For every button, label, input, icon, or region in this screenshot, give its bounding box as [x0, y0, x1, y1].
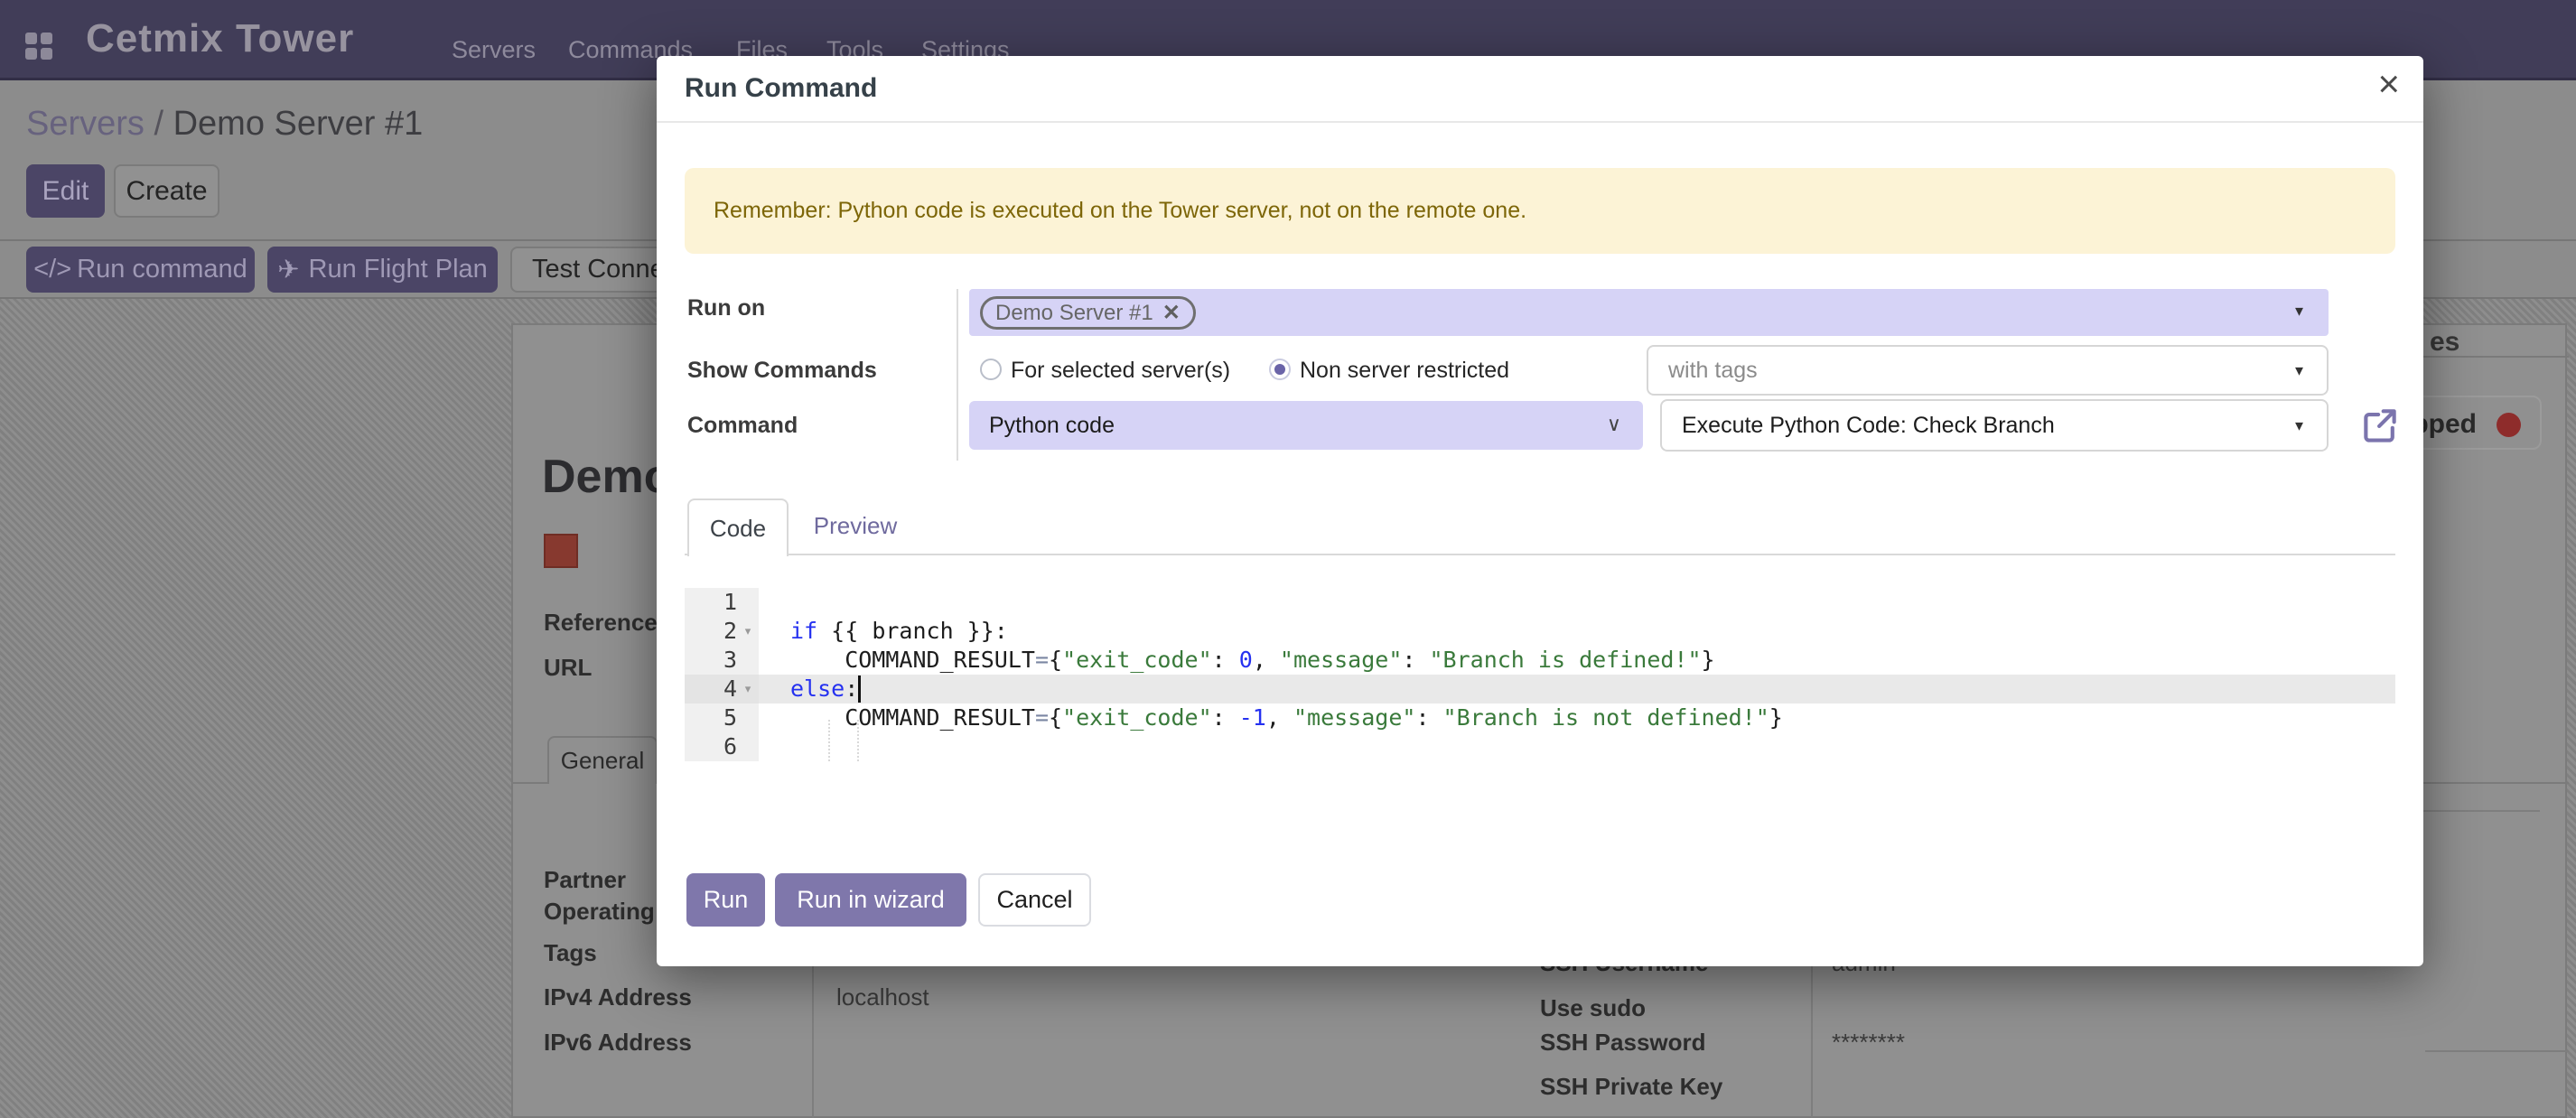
- create-button[interactable]: Create: [114, 164, 219, 218]
- code-text: COMMAND_RESULT={"exit_code": -1, "messag…: [790, 703, 1783, 732]
- radio-for-selected-servers-label[interactable]: For selected server(s): [1011, 358, 1230, 384]
- right-column-divider: [1811, 941, 1813, 1118]
- field-label: IPv6 Address: [544, 1029, 692, 1057]
- breadcrumb: Servers / Demo Server #1: [26, 105, 423, 144]
- line-number: 5: [685, 703, 759, 732]
- left-column-divider: [812, 948, 814, 1118]
- screen: Servers / Demo Server #1 Edit Create </>…: [0, 0, 2576, 1118]
- edit-button[interactable]: Edit: [26, 164, 105, 218]
- breadcrumb-current: Demo Server #1: [173, 105, 424, 143]
- modal-title: Run Command: [685, 73, 877, 104]
- tab-general[interactable]: General: [547, 736, 658, 784]
- caret-down-icon[interactable]: ▾: [2295, 302, 2303, 321]
- field-value: ********: [1832, 1029, 1905, 1057]
- remove-tag-icon[interactable]: ✕: [1162, 300, 1181, 326]
- show-commands-label: Show Commands: [687, 358, 877, 384]
- code-text: else:: [790, 675, 858, 703]
- indent-guide: [828, 720, 830, 761]
- command-type-select[interactable]: Python code ∨: [969, 401, 1643, 450]
- external-link-icon[interactable]: [2359, 405, 2401, 446]
- server-tag-label: Demo Server #1: [995, 301, 1153, 326]
- fold-arrow-icon[interactable]: ▾: [739, 617, 757, 646]
- color-tag-swatch[interactable]: [544, 534, 578, 568]
- card-section-divider-2: [2425, 1050, 2569, 1052]
- form-column-divider: [957, 289, 958, 461]
- code-text: if {{ branch }}:: [790, 617, 1008, 646]
- with-tags-dropdown[interactable]: with tags ▾: [1647, 345, 2329, 396]
- field-value: localhost: [836, 983, 929, 1011]
- line-number: 6: [685, 732, 759, 761]
- command-label: Command: [687, 413, 798, 439]
- cancel-button[interactable]: Cancel: [978, 873, 1091, 927]
- field-label: Use sudo: [1540, 994, 1646, 1022]
- run-button[interactable]: Run: [686, 873, 765, 927]
- run-in-wizard-button[interactable]: Run in wizard: [775, 873, 966, 927]
- card-header-fragment: es: [2430, 327, 2459, 358]
- run-flight-plan-button[interactable]: ✈Run Flight Plan: [267, 247, 498, 293]
- run-on-label: Run on: [687, 295, 765, 321]
- tab-code[interactable]: Code: [687, 498, 789, 556]
- server-tag: Demo Server #1 ✕: [980, 296, 1196, 330]
- field-label: SSH Private Key: [1540, 1073, 1722, 1101]
- status-dot-icon: [2497, 413, 2521, 437]
- app-brand[interactable]: Cetmix Tower: [86, 16, 354, 61]
- command-dropdown[interactable]: Execute Python Code: Check Branch ▾: [1660, 399, 2329, 452]
- code-editor[interactable]: 12▾if {{ branch }}:3 COMMAND_RESULT={"ex…: [685, 588, 2395, 761]
- caret-down-icon: ▾: [2295, 416, 2303, 435]
- code-text: COMMAND_RESULT={"exit_code": 0, "message…: [790, 646, 1715, 675]
- tabs-border: [685, 554, 2395, 555]
- field-label: SSH Password: [1540, 1029, 1706, 1057]
- chevron-down-icon: ∨: [1607, 413, 1621, 436]
- editor-line-5[interactable]: 5 COMMAND_RESULT={"exit_code": -1, "mess…: [685, 703, 2395, 732]
- radio-non-server-restricted-label[interactable]: Non server restricted: [1300, 358, 1509, 384]
- close-icon[interactable]: ×: [2377, 65, 2400, 103]
- python-warning-alert: Remember: Python code is executed on the…: [685, 168, 2395, 254]
- run-command-button[interactable]: </>Run command: [26, 247, 255, 293]
- field-label: Tags: [544, 939, 597, 967]
- breadcrumb-servers-link[interactable]: Servers: [26, 105, 145, 143]
- tab-preview[interactable]: Preview: [801, 498, 910, 553]
- editor-line-6[interactable]: 6: [685, 732, 2395, 761]
- fold-arrow-icon[interactable]: ▾: [739, 675, 757, 703]
- apps-menu-icon[interactable]: [25, 33, 54, 60]
- editor-line-3[interactable]: 3 COMMAND_RESULT={"exit_code": 0, "messa…: [685, 646, 2395, 675]
- code-icon: </>: [33, 255, 71, 284]
- line-number: 3: [685, 646, 759, 675]
- radio-for-selected-servers[interactable]: [980, 359, 1002, 380]
- editor-line-4[interactable]: 4▾else:: [685, 675, 2395, 703]
- field-label: IPv4 Address: [544, 983, 692, 1011]
- editor-line-1[interactable]: 1: [685, 588, 2395, 617]
- nav-item-servers[interactable]: Servers: [452, 36, 536, 64]
- field-label: Partner: [544, 866, 626, 894]
- editor-line-2[interactable]: 2▾if {{ branch }}:: [685, 617, 2395, 646]
- breadcrumb-separator: /: [154, 105, 173, 143]
- text-cursor: [858, 675, 861, 703]
- modal-header: Run Command ×: [657, 56, 2423, 123]
- indent-guide: [857, 720, 859, 761]
- url-label: URL: [544, 654, 592, 682]
- radio-non-server-restricted[interactable]: [1269, 359, 1291, 380]
- line-number: 1: [685, 588, 759, 617]
- run-command-modal: Run Command × Remember: Python code is e…: [657, 56, 2423, 966]
- plane-icon: ✈: [277, 254, 299, 285]
- run-on-field[interactable]: Demo Server #1 ✕ ▾: [969, 289, 2329, 336]
- caret-down-icon: ▾: [2295, 361, 2303, 380]
- reference-label: Reference: [544, 609, 658, 637]
